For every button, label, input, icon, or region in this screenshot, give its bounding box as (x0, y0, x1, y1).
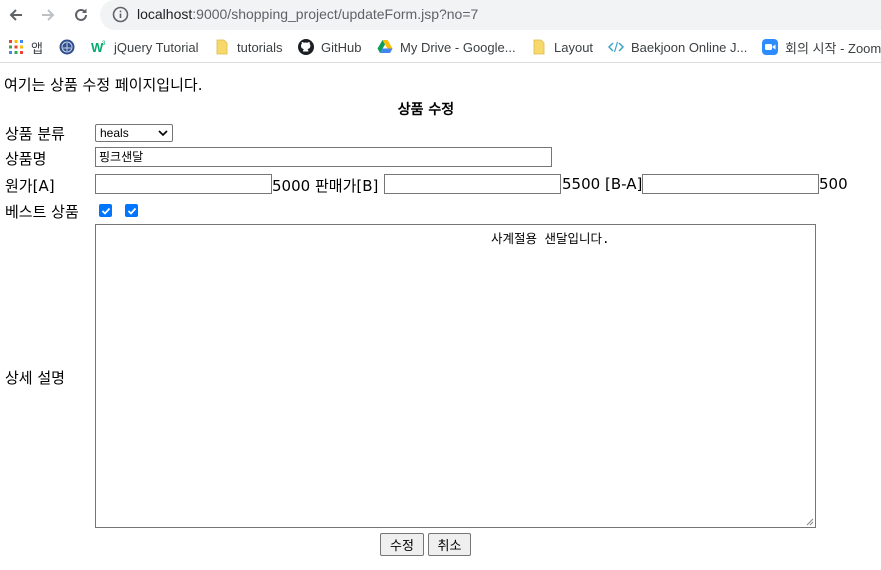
checkmark-icon (101, 207, 110, 215)
bookmark-label: jQuery Tutorial (114, 39, 199, 55)
product-name-input[interactable]: 핑크샌달 (95, 147, 552, 167)
folder-icon (531, 39, 547, 55)
cost-suffix-value: 5000 (272, 177, 311, 195)
intro-text: 여기는 상품 수정 페이지입니다. (4, 76, 203, 94)
bookmark-tutorials[interactable]: tutorials (214, 37, 283, 57)
url-host: localhost (137, 6, 193, 22)
globe-seal-icon (59, 39, 75, 55)
back-arrow-icon (9, 9, 22, 21)
chevron-down-icon (158, 130, 168, 137)
sale-suffix-text: 5500 [B-A] (562, 175, 642, 193)
description-textarea[interactable]: 사계절용 샌달입니다. (95, 224, 816, 528)
google-drive-icon (377, 39, 393, 55)
cost-input[interactable] (95, 174, 272, 194)
cost-label: 원가[A] (5, 177, 55, 195)
forward-arrow-icon (42, 9, 55, 21)
bookmark-label: GitHub (321, 39, 362, 55)
bookmark-github[interactable]: GitHub (298, 37, 361, 57)
w3schools-icon: W 3 (91, 39, 107, 55)
bookmark-label: 앱 (31, 40, 43, 56)
product-name-label: 상품명 (5, 150, 47, 168)
bookmark-label: tutorials (237, 39, 283, 55)
category-label: 상품 분류 (5, 125, 65, 143)
cancel-button[interactable]: 취소 (428, 533, 471, 556)
bookmark-baekjoon[interactable]: Baekjoon Online J... (608, 37, 747, 57)
bookmark-zoom[interactable]: 회의 시작 - Zoom (762, 37, 881, 57)
description-text: 사계절용 샌달입니다. (491, 231, 610, 246)
url-text[interactable]: localhost:9000/shopping_project/updateFo… (137, 6, 478, 22)
url-path: :9000/shopping_project/updateForm.jsp?no… (192, 6, 479, 22)
sale-label: 판매가[B] (314, 177, 379, 195)
zoom-icon (762, 39, 778, 55)
bookmark-seal[interactable] (59, 37, 82, 57)
bookmark-label: My Drive - Google... (400, 39, 516, 55)
forward-button[interactable] (36, 3, 60, 27)
category-selected-value: heals (100, 126, 129, 140)
address-bar[interactable]: localhost:9000/shopping_project/updateFo… (100, 0, 881, 30)
cost-suffix-text: 5000 판매가[B] (272, 175, 378, 196)
bookmark-label: Layout (554, 39, 594, 55)
bookmark-label: 회의 시작 - Zoom (785, 40, 881, 56)
sale-price-input[interactable] (384, 174, 561, 194)
reload-button[interactable] (69, 3, 93, 27)
sale-suffix-value: 5500 (562, 175, 601, 193)
reload-icon (75, 8, 87, 21)
margin-label: [B-A] (604, 175, 643, 193)
best-product-checkbox-2[interactable] (125, 204, 138, 217)
bookmark-label: Baekjoon Online J... (631, 39, 748, 55)
page-content: 여기는 상품 수정 페이지입니다. 상품 수정 상품 분류 heals 상품명 … (0, 64, 881, 570)
bookmark-layout[interactable]: Layout (531, 37, 593, 57)
description-label: 상세 설명 (5, 369, 65, 387)
bookmark-my-drive[interactable]: My Drive - Google... (377, 37, 516, 57)
best-product-checkbox[interactable] (99, 204, 112, 217)
submit-button[interactable]: 수정 (380, 533, 424, 556)
best-product-label: 베스트 상품 (5, 203, 79, 221)
github-icon (298, 39, 314, 55)
info-icon[interactable] (112, 6, 129, 23)
svg-text:3: 3 (102, 41, 106, 47)
bookmark-jquery-tutorial[interactable]: W 3 jQuery Tutorial (91, 37, 199, 57)
margin-input[interactable] (642, 174, 819, 194)
folder-icon (214, 39, 230, 55)
code-brackets-icon (608, 39, 624, 55)
bookmark-apps[interactable]: 앱 (8, 37, 43, 57)
checkmark-icon (127, 207, 136, 215)
resize-grip-icon[interactable] (804, 516, 814, 526)
margin-suffix-value: 500 (819, 175, 848, 193)
form-title: 상품 수정 (397, 102, 455, 118)
browser-toolbar: localhost:9000/shopping_project/updateFo… (0, 0, 881, 31)
apps-grid-icon (8, 39, 24, 55)
back-button[interactable] (4, 3, 28, 27)
bookmarks-bar: 앱 W 3 jQuery Tutorial tutorials GitHub M… (0, 31, 881, 63)
category-select[interactable]: heals (95, 124, 173, 142)
